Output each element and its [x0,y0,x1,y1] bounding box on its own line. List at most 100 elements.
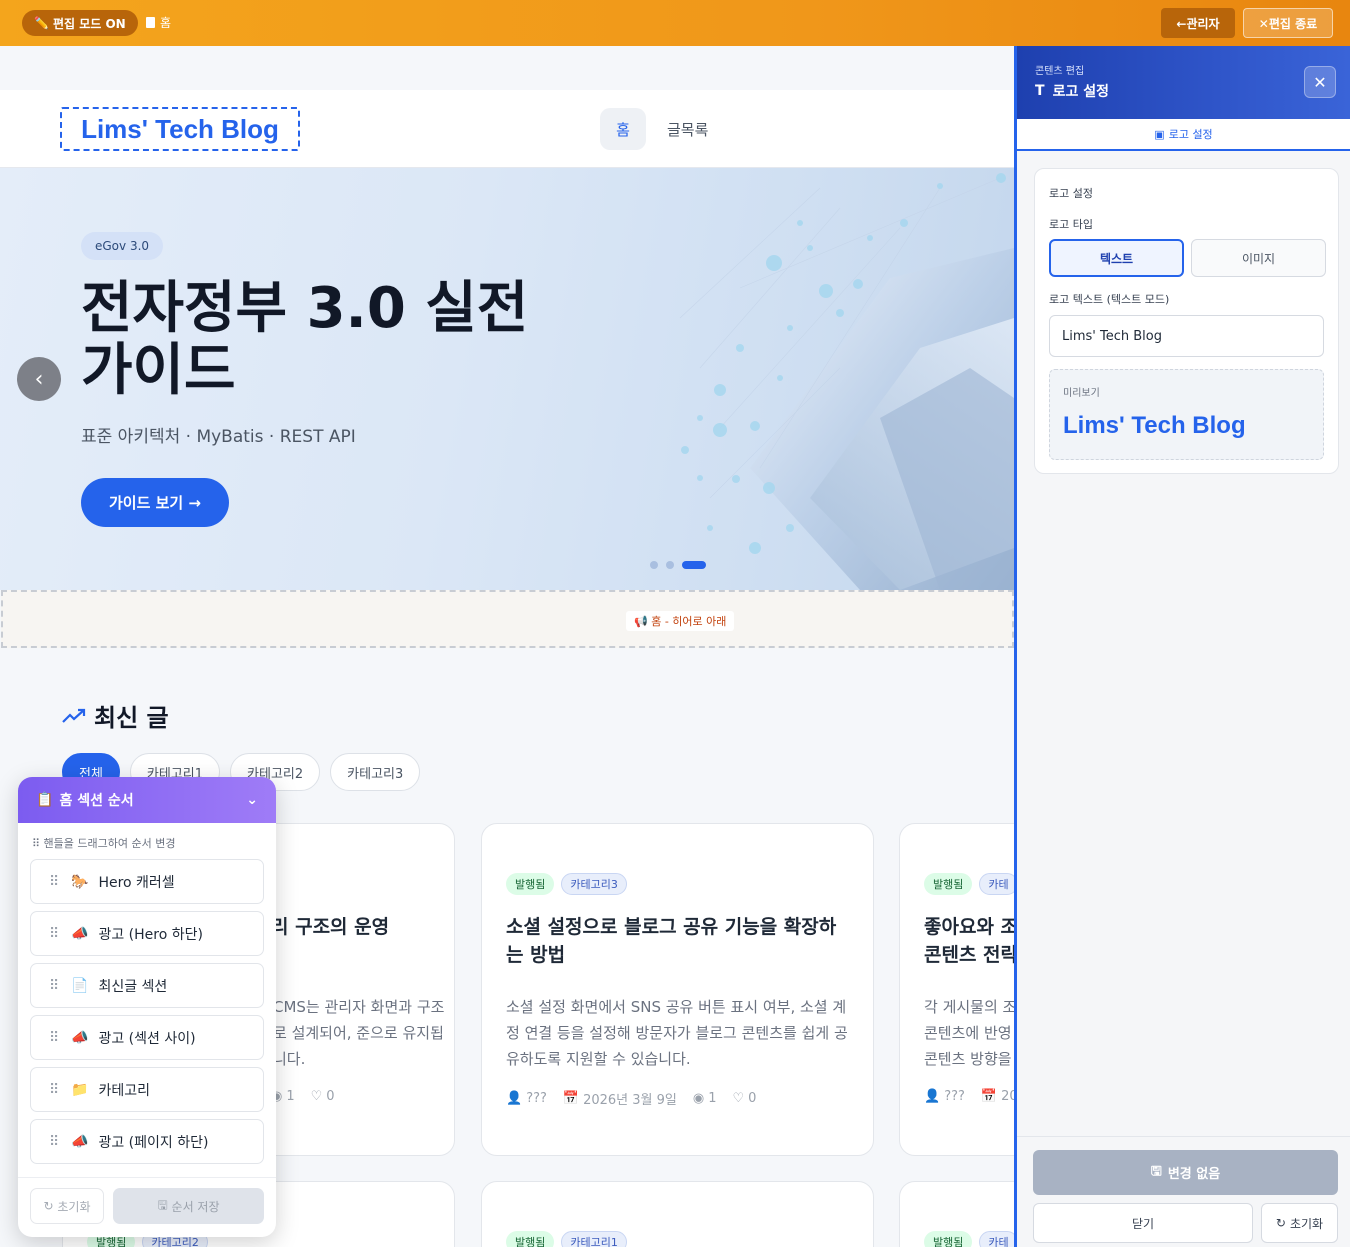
post-card[interactable]: 발행됨 카테고리1 [481,1181,874,1247]
reset-label: 초기화 [1289,1216,1324,1231]
save-changes-button[interactable]: 🖫 변경 없음 [1033,1150,1338,1195]
logo-text-label: 로고 텍스트 (텍스트 모드) [1049,293,1170,306]
editor-kicker: 콘텐츠 편집 [1035,66,1085,77]
date: 📅 20 [981,1089,1018,1104]
section-title-text: 최신 글 [94,704,169,732]
order-item-hero[interactable]: ⠿ 🐎 Hero 캐러셀 [30,859,264,904]
post-title[interactable]: 소셜 설정으로 블로그 공유 기능을 확장하는 방법 [506,913,851,969]
likes-count: 0 [748,1091,757,1106]
order-item-ad-hero[interactable]: ⠿ 📣 광고 (Hero 하단) [30,911,264,956]
hero-cta-button[interactable]: 가이드 보기 → [81,478,229,527]
edit-mode-bar: ✏️ 편집 모드 ON 홈 ←관리자 ✕편집 종료 [0,0,1350,46]
order-save-button[interactable]: 🖫 순서 저장 [113,1188,264,1224]
order-item-label: 광고 (Hero 하단) [98,926,203,943]
status-badge: 발행됨 [506,1231,555,1247]
post-excerpt: 각 게시물의 조 콘텐츠에 반영 콘텐츠 방향을 [924,998,1017,1068]
post-card[interactable]: 발행됨 카테고리3 소셜 설정으로 블로그 공유 기능을 확장하는 방법 소셜 … [481,823,874,1156]
order-item-ad-between[interactable]: ⠿ 📣 광고 (섹션 사이) [30,1015,264,1060]
reset-button[interactable]: ↻ 초기화 [1261,1203,1338,1243]
chevron-left-icon[interactable]: ‹ [17,357,61,401]
image-icon: ▣ [1154,127,1165,141]
post-meta: ◉ 1 ♡ 0 [271,1089,335,1104]
site-header: Lims' Tech Blog 홈 글목록 [0,90,1014,168]
logo-type-text-option[interactable]: 텍스트 [1049,239,1184,277]
carousel-dot[interactable] [666,561,674,569]
drag-handle-icon[interactable]: ⠿ [49,1134,61,1150]
post-tags: 발행됨 카테 [924,1231,1018,1247]
page-icon [146,17,155,28]
section-order-title: 홈 섹션 순서 [59,793,134,809]
order-reset-button[interactable]: ↻ 초기화 [30,1188,104,1224]
hero-illustration [679,173,1014,590]
section-order-title-wrap: 📋 홈 섹션 순서 [36,790,134,810]
site-logo[interactable]: Lims' Tech Blog [60,107,300,151]
save-changes-label: 변경 없음 [1167,1167,1221,1182]
latest-section-title: 최신 글 [62,698,169,733]
ad-slot-label-text: 홈 - 히어로 아래 [651,615,727,628]
order-item-latest[interactable]: ⠿ 📄 최신글 섹션 [30,963,264,1008]
tab-logo-settings[interactable]: ▣ 로고 설정 [1017,119,1350,151]
views: ◉ 1 [693,1091,717,1106]
clipboard-icon: 📋 [36,792,54,808]
author-name: ??? [944,1089,965,1104]
category-badge: 카테고리3 [561,873,627,895]
logo-text-input[interactable]: Lims' Tech Blog [1049,315,1324,357]
post-meta: 👤??? 📅 2026년 3월 9일 ◉ 1 ♡ 0 [506,1089,756,1108]
status-badge: 발행됨 [506,873,555,895]
ad-slot-hero-below[interactable]: 📢 홈 - 히어로 아래 [1,590,1014,648]
logo-type-image-option[interactable]: 이미지 [1191,239,1326,277]
drag-handle-icon[interactable]: ⠿ [49,1082,61,1098]
content-editor-panel: 콘텐츠 편집 T 로고 설정 ✕ ▣ 로고 설정 로고 설정 로고 타입 텍스트… [1014,46,1350,1247]
date: 📅 2026년 3월 9일 [563,1089,677,1108]
likes: ♡ 0 [732,1091,756,1106]
order-item-category[interactable]: ⠿ 📁 카테고리 [30,1067,264,1112]
megaphone-icon: 📣 [71,1133,89,1150]
carousel-dot[interactable] [650,561,658,569]
carousel-dot-active[interactable] [682,561,706,569]
heart-icon: ♡ [310,1089,323,1104]
admin-button[interactable]: ←관리자 [1161,8,1235,38]
section-order-header[interactable]: 📋 홈 섹션 순서 ⌄ [18,777,276,823]
status-badge: 발행됨 [924,873,973,895]
horse-icon: 🐎 [71,873,89,890]
chevron-down-icon[interactable]: ⌄ [246,792,258,808]
editor-title: T 로고 설정 [1035,81,1109,101]
views-count: 1 [708,1091,717,1106]
breadcrumb: 홈 [146,14,171,31]
text-type-icon: T [1035,83,1045,99]
nav-post-list[interactable]: 글목록 [667,119,708,140]
user-icon: 👤 [924,1089,941,1104]
hero-subtitle: 표준 아키텍처 · MyBatis · REST API [81,427,356,447]
edit-mode-badge: ✏️ 편집 모드 ON [22,10,138,36]
order-item-label: 광고 (페이지 하단) [98,1134,209,1151]
views-count: 1 [286,1089,295,1104]
document-icon: 📄 [71,977,89,994]
user-icon: 👤 [506,1091,523,1106]
order-item-ad-bottom[interactable]: ⠿ 📣 광고 (페이지 하단) [30,1119,264,1164]
drag-handle-icon[interactable]: ⠿ [49,874,61,890]
hero-title: 전자정부 3.0 실전 가이드 [81,276,529,403]
drag-handle-icon[interactable]: ⠿ [49,926,61,942]
editor-title-text: 로고 설정 [1052,84,1109,100]
filter-category3[interactable]: 카테고리3 [330,753,421,791]
drag-handle-icon[interactable]: ⠿ [49,1030,61,1046]
drag-handle-icon[interactable]: ⠿ [49,978,61,994]
section-order-panel: 📋 홈 섹션 순서 ⌄ ⠿ 핸들을 드래그하여 순서 변경 ⠿ 🐎 Hero 캐… [18,777,276,1237]
post-tags: 발행됨 카테고리3 [506,873,627,895]
order-save-label: 순서 저장 [171,1199,220,1214]
nav-home[interactable]: 홈 [600,108,646,150]
order-item-label: 최신글 섹션 [98,978,168,995]
logo-settings-card: 로고 설정 로고 타입 텍스트 이미지 로고 텍스트 (텍스트 모드) Lims… [1034,168,1339,474]
save-icon: 🖫 [1150,1163,1162,1179]
megaphone-icon: 📣 [71,925,89,942]
heart-icon: ♡ [732,1091,745,1106]
close-button[interactable]: 닫기 [1033,1203,1253,1243]
exit-edit-button[interactable]: ✕편집 종료 [1243,8,1333,38]
close-icon[interactable]: ✕ [1304,66,1336,98]
editor-footer: 🖫 변경 없음 닫기 ↻ 초기화 [1017,1136,1350,1247]
eye-icon: ◉ [692,1091,705,1106]
category-badge: 카테고리1 [561,1231,627,1247]
post-title[interactable]: 리 구조의 운영 [271,913,454,941]
order-item-label: 광고 (섹션 사이) [98,1030,196,1047]
order-item-label: 카테고리 [98,1082,150,1099]
